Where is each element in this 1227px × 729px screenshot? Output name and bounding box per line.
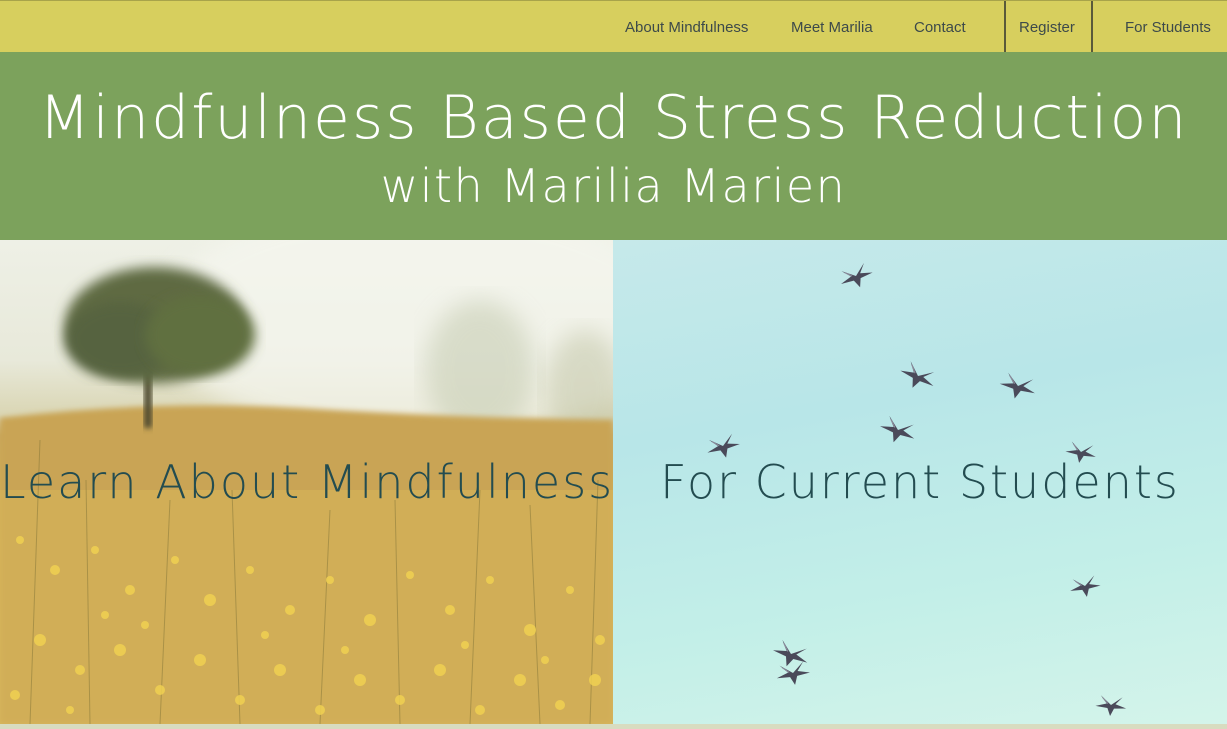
footer-strip	[0, 724, 1227, 729]
for-current-students-tile[interactable]: For Current Students	[613, 240, 1227, 724]
for-current-students-label[interactable]: For Current Students	[613, 454, 1227, 510]
nav-for-students[interactable]: For Students	[1125, 1, 1211, 53]
learn-about-mindfulness-label[interactable]: Learn About Mindfulness	[0, 454, 613, 510]
top-nav: About Mindfulness Meet Marilia Contact R…	[0, 0, 1227, 53]
nav-meet-marilia[interactable]: Meet Marilia	[791, 1, 873, 53]
nav-contact[interactable]: Contact	[914, 1, 966, 53]
nav-about-mindfulness[interactable]: About Mindfulness	[625, 1, 748, 53]
nav-register[interactable]: Register	[1019, 1, 1075, 53]
site-title: Mindfulness Based Stress Reduction	[38, 83, 1189, 153]
site-subtitle: with Marilia Marien	[380, 159, 847, 213]
header-banner: Mindfulness Based Stress Reduction with …	[0, 52, 1227, 240]
nav-divider	[1004, 1, 1006, 53]
learn-about-mindfulness-tile[interactable]: Learn About Mindfulness	[0, 240, 613, 724]
nav-divider	[1091, 1, 1093, 53]
